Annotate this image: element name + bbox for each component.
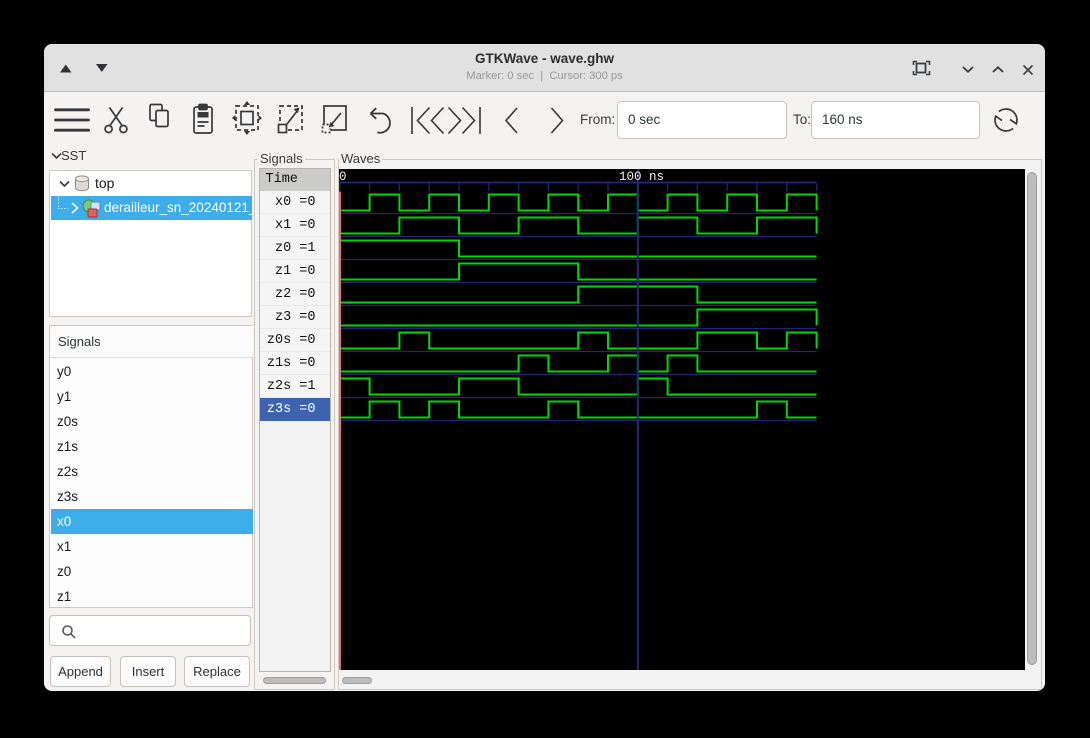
svg-text:0: 0 [339,170,347,184]
svg-text:100 ns: 100 ns [619,170,664,184]
